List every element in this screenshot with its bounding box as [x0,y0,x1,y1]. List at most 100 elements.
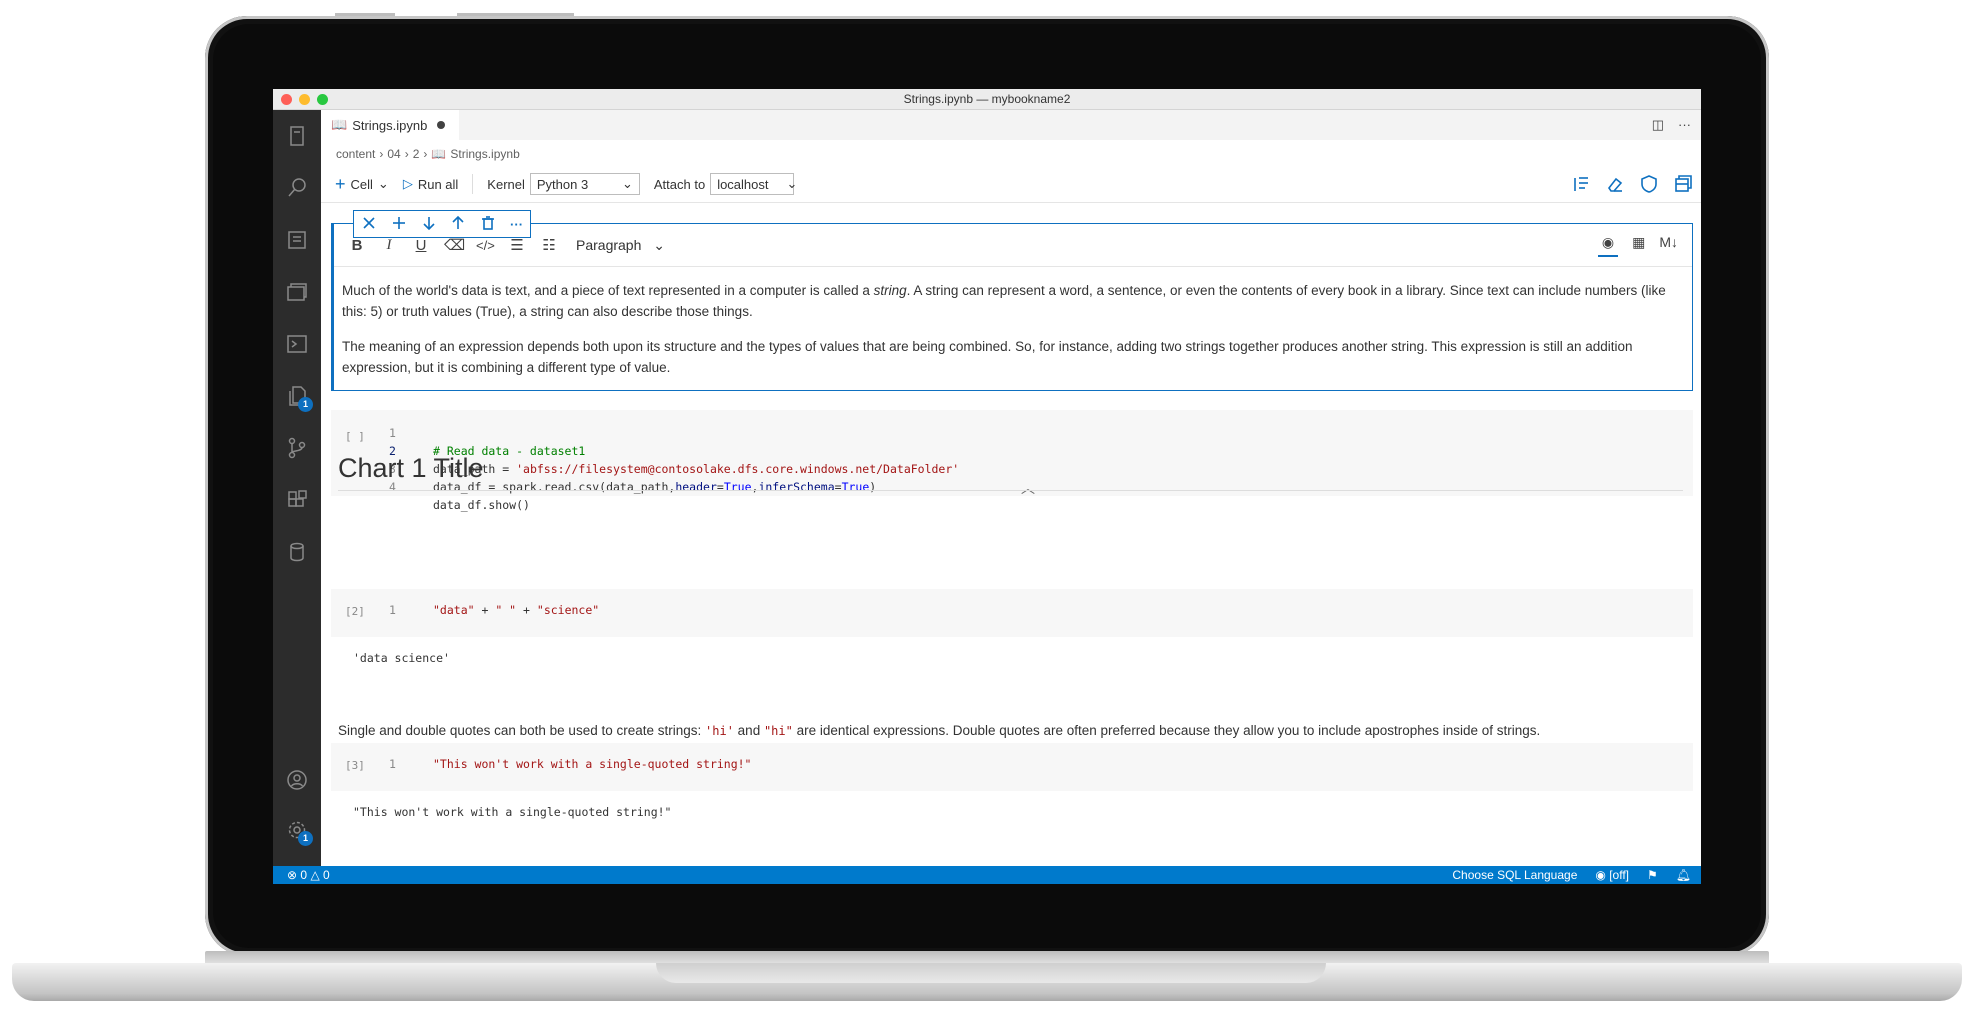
attach-control: Attach to localhost ⌄ [653,173,797,195]
error-icon: ⊗ [287,868,298,882]
problems-indicator[interactable]: ⊗ 0 △ 0 [287,866,330,884]
toolbar-right-actions [1571,174,1693,197]
code-cell[interactable]: [3] 1 "This won't work with a single-quo… [331,743,1693,791]
tab-strings-ipynb[interactable]: 📖 Strings.ipynb [321,110,459,140]
files-icon[interactable]: 1 [283,382,313,412]
split-editor-icon[interactable]: ◫ [1652,117,1664,133]
markdown-paragraph: The meaning of an expression depends bot… [342,339,1633,375]
feedback-icon[interactable]: ⚑ [1647,866,1658,884]
format-toolbar: B I U ⌫ </> ☰ ☷ Paragraph ⌄ ◉ ▦ M↓ [334,224,1692,267]
choose-sql-language-button[interactable]: Choose SQL Language [1452,866,1577,884]
execution-count[interactable]: [ ] [345,430,365,443]
collapse-cells-icon[interactable] [1571,174,1591,197]
split-view-icon[interactable]: ▦ [1632,234,1645,257]
rich-text-view-icon[interactable]: ◉ [1597,234,1619,257]
window-title: Strings.ipynb — mybookname2 [903,92,1071,106]
arrow-down-icon[interactable] [421,215,437,234]
code-editor[interactable]: "data" + " " + "science" [433,601,599,619]
trusted-shield-icon[interactable] [1639,174,1659,197]
numbered-list-icon[interactable]: ☷ [540,236,558,254]
code-editor[interactable]: "This won't work with a single-quoted st… [433,755,752,773]
breadcrumb-item[interactable]: 04 [387,147,400,161]
breadcrumb-item[interactable]: content [336,147,375,161]
paragraph-label: Paragraph [576,236,642,253]
tab-bar: 📖 Strings.ipynb ◫ ··· [321,110,1701,140]
markdown-paragraph: Much of the world's data is text, and a … [342,283,1666,319]
cell-toolbar: ··· [353,210,531,238]
chart-heading: Chart 1 Title [338,453,1683,491]
connections-icon[interactable] [283,278,311,306]
arrow-up-icon[interactable] [450,215,466,234]
chevron-right-icon: › [379,147,384,161]
add-icon[interactable] [391,215,407,234]
chevron-down-icon: ⌄ [377,176,389,191]
run-all-button[interactable]: ▷ Run all [403,176,458,192]
plus-icon: + [335,173,346,194]
markdown-content[interactable]: Much of the world's data is text, and a … [342,280,1684,392]
minimize-window-button[interactable] [299,94,310,105]
bell-icon[interactable]: 🔔︎ [1676,866,1691,884]
account-icon[interactable] [283,766,311,794]
run-all-label: Run all [417,176,459,192]
notebook-icon[interactable] [283,226,311,254]
breadcrumb-item[interactable]: Strings.ipynb [450,147,519,161]
markdown-paragraph: Single and double quotes can both be use… [338,723,1541,738]
line-number: 1 [389,603,396,617]
cell-label: Cell [350,176,373,192]
markdown-view-icon[interactable]: M↓ [1659,234,1678,257]
underline-icon[interactable]: U [412,237,430,254]
cell-output: 'data science' [353,651,450,665]
execution-count[interactable]: [3] [345,759,365,772]
extensions-icon[interactable] [283,486,311,514]
divider [472,174,474,194]
clear-results-icon[interactable] [1605,174,1625,197]
execution-count[interactable]: [2] [345,605,365,618]
chevron-down-icon: ⌄ [653,236,666,253]
kernel-value: Python 3 [536,176,589,192]
close-window-button[interactable] [281,94,292,105]
play-icon: ▷ [402,176,413,191]
book-icon: 📖 [431,147,447,161]
explorer-icon[interactable] [283,122,311,150]
italic-icon[interactable]: I [380,237,398,254]
add-cell-button[interactable]: + Cell ⌄ [335,174,389,195]
cell-output: "This won't work with a single-quoted st… [353,805,672,819]
chevron-down-icon: ⌄ [786,176,798,191]
notebook-view-icon[interactable] [1673,174,1693,197]
view-mode-toggles: ◉ ▦ M↓ [1597,234,1678,257]
settings-badge: 1 [298,831,313,846]
more-actions-icon[interactable]: ··· [1678,117,1691,133]
attach-label: Attach to [653,176,706,192]
code-icon[interactable]: </> [476,238,495,253]
book-icon: 📖 [331,117,348,132]
breadcrumb-item[interactable]: 2 [413,147,420,161]
code-cell[interactable]: [2] 1 "data" + " " + "science" [331,589,1693,637]
kernel-label: Kernel [487,176,525,192]
status-right: Choose SQL Language ◉ [off] ⚑ 🔔︎ [1452,866,1691,884]
delete-icon[interactable] [480,215,496,234]
bold-icon[interactable]: B [348,237,366,254]
preview-toggle[interactable]: ◉ [off] [1595,866,1629,884]
source-control-icon[interactable] [283,434,311,462]
status-bar: ⊗ 0 △ 0 Choose SQL Language ◉ [off] ⚑ 🔔︎ [273,866,1701,884]
more-icon[interactable]: ··· [510,217,523,232]
settings-gear-icon[interactable]: 1 [283,816,313,846]
highlight-icon[interactable]: ⌫ [444,236,465,254]
bullet-list-icon[interactable]: ☰ [508,236,526,254]
chevron-down-icon: ⌄ [621,176,633,191]
attach-value: localhost [717,176,769,192]
attach-select[interactable]: localhost ⌄ [710,173,797,195]
kernel-select[interactable]: Python 3 ⌄ [529,173,640,195]
search-icon[interactable] [283,174,311,202]
line-number: 1 [389,757,396,771]
terminal-icon[interactable] [283,330,311,358]
paragraph-dropdown[interactable]: Paragraph ⌄ [576,237,665,254]
markdown-cell[interactable]: B I U ⌫ </> ☰ ☷ Paragraph ⌄ ◉ ▦ M↓ Much … [331,223,1693,391]
chevron-right-icon: › [423,147,428,161]
zoom-window-button[interactable] [317,94,328,105]
database-icon[interactable] [283,538,311,566]
tab-label: Strings.ipynb [352,117,428,133]
close-icon[interactable] [361,215,377,234]
unsaved-dot-icon[interactable] [437,121,446,129]
notebook-toolbar: + Cell ⌄ ▷ Run all Kernel Python 3 ⌄ Att… [321,166,1701,203]
